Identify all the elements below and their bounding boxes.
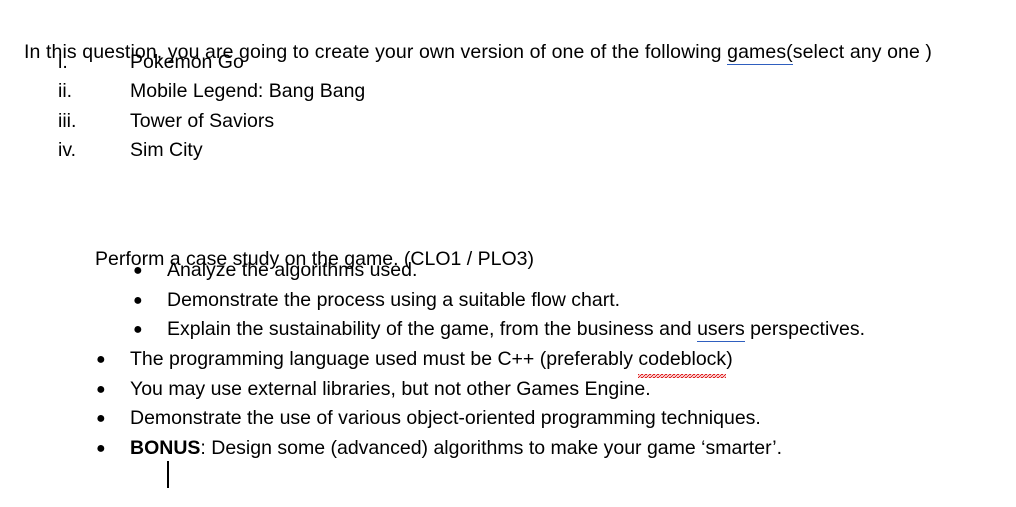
bullet-icon: ● bbox=[96, 439, 106, 457]
list-item: ● The programming language used must be … bbox=[0, 345, 1016, 378]
bullet-icon: ● bbox=[133, 321, 143, 339]
list-marker: ii. bbox=[58, 80, 73, 103]
list-item: ● Demonstrate the process using a suitab… bbox=[0, 286, 1016, 316]
text-cursor-caret bbox=[167, 461, 169, 488]
bullet-icon: ● bbox=[133, 262, 143, 279]
document-page: In this question, you are going to creat… bbox=[0, 0, 1016, 507]
list-item: ● You may use external libraries, but no… bbox=[0, 375, 1016, 405]
sub-bullet-text-before: Explain the sustainability of the game, … bbox=[167, 318, 698, 341]
bullet-icon: ● bbox=[96, 351, 106, 368]
bullet-icon: ● bbox=[133, 291, 143, 309]
list-marker: iv. bbox=[58, 139, 77, 162]
requirement-text-after: ) bbox=[726, 348, 733, 370]
bonus-text: : Design some (advanced) algorithms to m… bbox=[200, 436, 783, 459]
list-item: ● Explain the sustainability of the game… bbox=[0, 315, 1016, 345]
list-item-label: The programming language used must be C+… bbox=[130, 345, 733, 378]
list-marker: i. bbox=[58, 51, 68, 73]
list-item-label: Pokemon Go bbox=[130, 51, 244, 73]
requirements-bullets: ● The programming language used must be … bbox=[0, 345, 1016, 463]
list-item-label: Mobile Legend: Bang Bang bbox=[130, 80, 366, 103]
list-item: ● Analyze the algorithms used. bbox=[0, 256, 1016, 286]
list-item: i. Pokemon Go bbox=[0, 48, 1016, 77]
games-list: i. Pokemon Go ii. Mobile Legend: Bang Ba… bbox=[0, 48, 1016, 166]
bonus-label: BONUS bbox=[130, 436, 201, 459]
list-item: iii. Tower of Saviors bbox=[0, 107, 1016, 136]
case-study-sub-bullets: ● Analyze the algorithms used. ● Demonst… bbox=[0, 256, 1016, 345]
list-item: ● BONUS: Design some (advanced) algorith… bbox=[0, 434, 1016, 464]
list-item: ii. Mobile Legend: Bang Bang bbox=[0, 77, 1016, 106]
sub-bullet-text-after: perspectives. bbox=[744, 318, 866, 341]
list-item: iv. Sim City bbox=[0, 136, 1016, 165]
list-item-label: BONUS: Design some (advanced) algorithms… bbox=[130, 434, 782, 464]
list-item-label: Analyze the algorithms used. bbox=[167, 259, 418, 281]
requirement-text-before: The programming language used must be C+… bbox=[130, 348, 639, 370]
list-item-label: Demonstrate the process using a suitable… bbox=[167, 288, 621, 311]
list-item: ● Demonstrate the use of various object-… bbox=[0, 404, 1016, 434]
list-item-label: You may use external libraries, but not … bbox=[130, 377, 651, 400]
list-marker: iii. bbox=[58, 109, 77, 132]
list-item-label: Explain the sustainability of the game, … bbox=[167, 315, 865, 345]
list-item-label: Sim City bbox=[130, 139, 203, 162]
grammar-flagged-users[interactable]: users bbox=[697, 318, 745, 343]
bullet-icon: ● bbox=[96, 410, 106, 428]
bullet-icon: ● bbox=[96, 380, 106, 398]
list-item-label: Tower of Saviors bbox=[130, 109, 275, 132]
list-item-label: Demonstrate the use of various object-or… bbox=[130, 407, 761, 430]
spelling-flagged-codeblock[interactable]: codeblock bbox=[638, 345, 726, 378]
